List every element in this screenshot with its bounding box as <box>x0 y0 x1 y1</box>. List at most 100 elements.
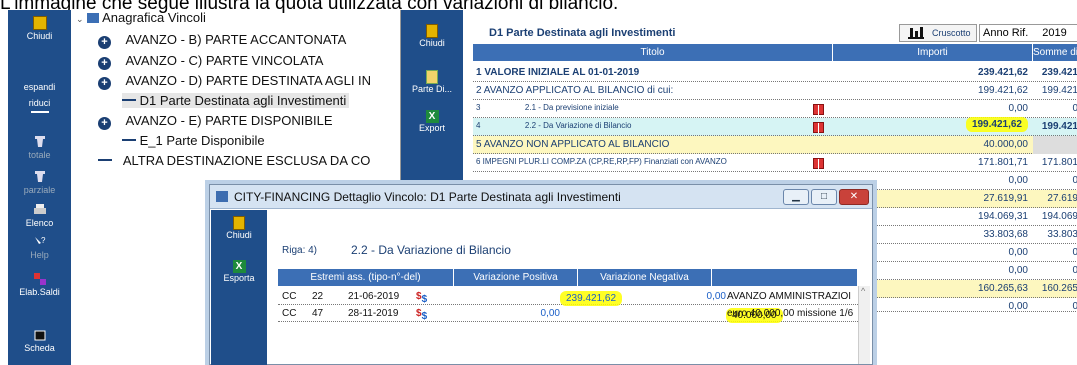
leaf-icon <box>98 159 112 161</box>
scroll-up-icon[interactable]: ^ <box>861 286 865 296</box>
tree-item-b[interactable]: + AVANZO - B) PARTE ACCANTONATA <box>98 32 346 49</box>
exit-icon <box>32 16 47 30</box>
list-icon <box>87 13 100 23</box>
row-somme: 27.619 <box>1047 193 1077 204</box>
window-icon <box>216 191 228 202</box>
col-var-negativa[interactable]: Variazione Negativa <box>578 269 712 286</box>
empty-cell <box>1033 136 1077 154</box>
cell-num: 47 <box>312 308 324 319</box>
row-somme: 0 <box>1072 265 1077 276</box>
close-window-button[interactable]: ✕ <box>839 189 869 205</box>
expand-button[interactable]: espandi <box>8 67 71 92</box>
book-icon[interactable] <box>813 122 824 133</box>
maximize-button[interactable]: □ <box>811 189 837 205</box>
row-somme: 0 <box>1072 103 1077 114</box>
total-icon <box>34 136 45 147</box>
card-button[interactable]: Scheda <box>8 328 71 353</box>
help-button[interactable]: ? Help <box>8 235 71 260</box>
collapse-button[interactable]: riduci <box>8 98 71 114</box>
row-importo: 40.000,00 <box>983 139 1029 150</box>
row-title: 4 2.2 - Da Variazione di Bilancio <box>476 121 632 130</box>
col-importi[interactable]: Importi <box>833 44 1033 61</box>
svg-text:?: ? <box>41 236 46 245</box>
row-somme: 199.421 <box>1041 85 1077 96</box>
book-icon[interactable] <box>813 158 824 169</box>
row-somme: 194.069 <box>1041 211 1077 222</box>
col-estremi[interactable]: Estremi ass. (tipo-n°-del) <box>278 269 454 286</box>
table-row[interactable]: CC 47 28-11-2019 $ $ 0,00 40.000,00 euro … <box>278 305 858 323</box>
tree-item-label: AVANZO - C) PARTE VINCOLATA <box>125 53 324 68</box>
book-icon[interactable] <box>813 104 824 115</box>
tree-root[interactable]: ⌄ Anagrafica Vincoli <box>76 10 206 25</box>
riga-label: Riga: 4) <box>282 245 318 256</box>
row-title: 6 IMPEGNI PLUR.LI COMP.ZA (CP,RE,RP,FP) … <box>476 157 727 166</box>
plus-icon: + <box>98 117 111 130</box>
collapse-arrow-icon: ⌄ <box>76 14 84 24</box>
dialog-close-button[interactable]: Chiudi <box>211 216 267 240</box>
table-row-selected[interactable]: 4 2.2 - Da Variazione di Bilancio 199.42… <box>473 117 1077 136</box>
row-somme: 0 <box>1033 301 1077 311</box>
main-close-button[interactable]: Chiudi <box>401 24 463 48</box>
leaf-icon <box>122 139 136 141</box>
col-somme[interactable]: Somme di Competen <box>1033 44 1077 61</box>
row-title: 1 VALORE INIZIALE AL 01-01-2019 <box>476 67 640 78</box>
parte-button[interactable]: Parte Di... <box>401 70 463 94</box>
leaf-icon <box>122 99 136 101</box>
tree-item-label: D1 Parte Destinata agli Investimenti <box>139 93 347 108</box>
table-row[interactable]: CC 22 21-06-2019 $ $ 239.421,62 0,00 AVAN… <box>278 288 858 306</box>
help-icon: ? <box>34 236 46 245</box>
dialog-scrollbar[interactable]: ^ <box>858 286 870 364</box>
export-button[interactable]: X Export <box>401 110 463 133</box>
dialog-toolbar: Chiudi X Esporta <box>211 210 267 365</box>
money-icon[interactable]: $ $ <box>416 308 427 322</box>
anno-field[interactable]: Anno Rif. 2019 <box>979 24 1077 42</box>
export-label: Export <box>418 123 445 133</box>
anno-value[interactable]: 2019 <box>1042 27 1066 39</box>
minimize-button[interactable]: ▁ <box>783 189 809 205</box>
riga-info: Riga: 4) 2.2 - Da Variazione di Bilancio <box>282 243 511 257</box>
calculator-icon <box>426 70 438 84</box>
riga-description: 2.2 - Da Variazione di Bilancio <box>351 243 511 257</box>
tree-item-altra[interactable]: ALTRA DESTINAZIONE ESCLUSA DA CO <box>98 153 370 168</box>
elab-button[interactable]: Elab.Saldi <box>8 272 71 297</box>
row-importo: 171.801,71 <box>977 157 1028 168</box>
main-title: D1 Parte Destinata agli Investimenti <box>489 27 676 39</box>
table-row[interactable]: 5 AVANZO NON APPLICATO AL BILANCIO 40.00… <box>473 136 1077 154</box>
dialog-export-button[interactable]: X Esporta <box>211 260 267 283</box>
total-button[interactable]: totale <box>8 135 71 160</box>
tree-item-e1[interactable]: E_1 Parte Disponibile <box>122 133 265 148</box>
collapse-label: riduci <box>28 98 51 108</box>
row-somme: 160.265 <box>1041 283 1077 294</box>
cruscotto-button[interactable]: Cruscotto <box>899 24 977 42</box>
tree-item-label: AVANZO - D) PARTE DESTINATA AGLI IN <box>125 73 372 88</box>
table-row[interactable]: 2 AVANZO APPLICATO AL BILANCIO di cui: 1… <box>473 82 1077 100</box>
tree-item-d1[interactable]: D1 Parte Destinata agli Investimenti <box>122 93 350 108</box>
total-label: totale <box>28 150 51 160</box>
table-row[interactable]: 3 2.1 - Da previsione iniziale 0,00 0 <box>473 100 1077 118</box>
money-icon[interactable]: $ $ <box>416 291 427 305</box>
plus-icon: + <box>98 57 111 70</box>
tree-item-d[interactable]: + AVANZO - D) PARTE DESTINATA AGLI IN <box>98 73 371 90</box>
table-row[interactable]: 1 VALORE INIZIALE AL 01-01-2019 239.421,… <box>473 64 1077 82</box>
row-importo: 199.421,62 <box>965 117 1028 132</box>
row-somme: 33.803 <box>1047 229 1077 240</box>
cell-tipo: CC <box>282 308 297 319</box>
close-button[interactable]: Chiudi <box>8 16 71 41</box>
cell-negativa: 0,00 <box>706 291 726 302</box>
col-var-positiva[interactable]: Variazione Positiva <box>454 269 578 286</box>
row-somme: 239.421 <box>1041 67 1077 78</box>
cell-positiva: 0,00 <box>540 308 560 319</box>
close-label: Chiudi <box>26 31 53 41</box>
col-titolo[interactable]: Titolo <box>473 44 833 61</box>
cell-descrizione: AVANZO AMMINISTRAZIOI <box>727 291 852 302</box>
dialog-titlebar[interactable]: CITY-FINANCING Dettaglio Vincolo: D1 Par… <box>210 185 872 209</box>
partial-button[interactable]: parziale <box>8 170 71 195</box>
tree-item-e[interactable]: + AVANZO - E) PARTE DISPONIBILE <box>98 113 333 130</box>
tree-item-label: E_1 Parte Disponibile <box>139 133 265 148</box>
tree-item-c[interactable]: + AVANZO - C) PARTE VINCOLATA <box>98 53 323 70</box>
table-row[interactable]: 6 IMPEGNI PLUR.LI COMP.ZA (CP,RE,RP,FP) … <box>473 154 1077 172</box>
tree-item-label: AVANZO - E) PARTE DISPONIBILE <box>125 113 333 128</box>
row-importo: 239.421,62 <box>977 67 1028 78</box>
col-descrizione[interactable] <box>712 269 858 286</box>
list-button[interactable]: Elenco <box>8 203 71 228</box>
